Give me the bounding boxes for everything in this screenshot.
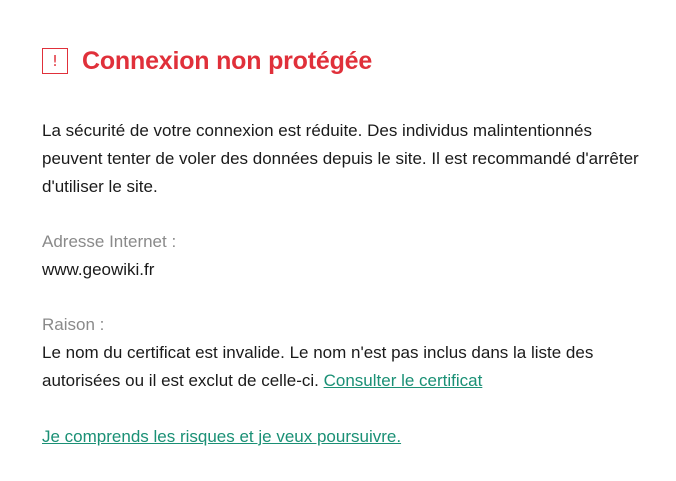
- proceed-section: Je comprends les risques et je veux pour…: [42, 423, 642, 451]
- warning-header: ! Connexion non protégée: [42, 44, 642, 78]
- warning-description: La sécurité de votre connexion est rédui…: [42, 121, 639, 196]
- reason-text: Le nom du certificat est invalide. Le no…: [42, 343, 594, 390]
- security-warning-page: ! Connexion non protégée La sécurité de …: [42, 44, 642, 451]
- reason-label: Raison :: [42, 315, 105, 334]
- reason-section: Raison : Le nom du certificat est invali…: [42, 311, 642, 395]
- view-certificate-link[interactable]: Consulter le certificat: [324, 371, 483, 390]
- reason-text-block: Le nom du certificat est invalide. Le no…: [42, 339, 642, 395]
- warning-icon: !: [42, 48, 68, 74]
- warning-icon-glyph: !: [51, 51, 58, 70]
- page-title: Connexion non protégée: [82, 46, 373, 75]
- proceed-anyway-link[interactable]: Je comprends les risques et je veux pour…: [42, 427, 401, 446]
- address-section: Adresse Internet : www.geowiki.fr: [42, 228, 642, 284]
- address-label: Adresse Internet :: [42, 232, 177, 251]
- address-value: www.geowiki.fr: [42, 260, 155, 279]
